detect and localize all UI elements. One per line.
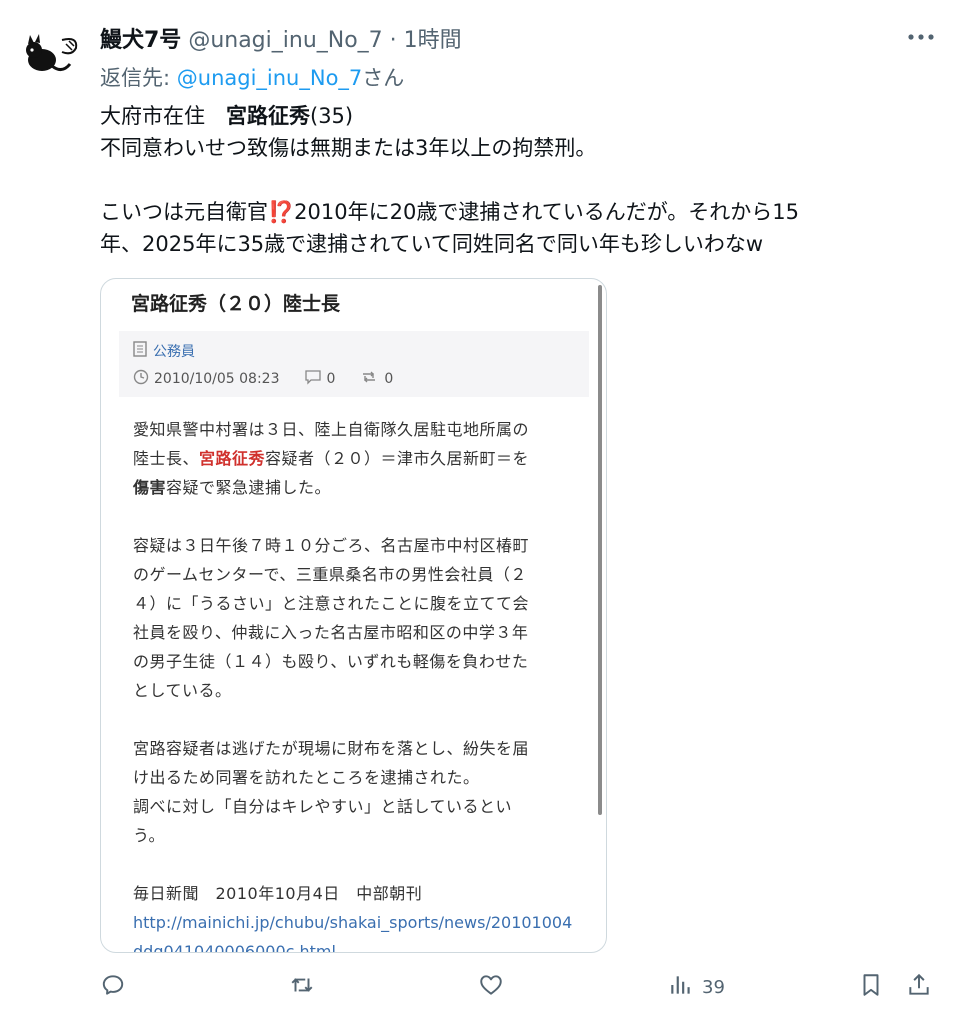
line1-prefix: 大府市在住	[100, 104, 226, 128]
card-title: 宮路征秀（２０）陸士長	[131, 293, 341, 315]
retweet-button[interactable]	[289, 972, 315, 1003]
article-line: としている。	[133, 681, 232, 700]
author-handle[interactable]: @unagi_inu_No_7	[188, 28, 382, 53]
clock-icon	[133, 369, 149, 389]
reply-mention-link[interactable]: @unagi_inu_No_7	[177, 66, 363, 90]
article-line: ４）に「うるさい」と注意されたことに腹を立てて会	[133, 594, 530, 613]
interrobang-emoji: ⁉️	[268, 200, 295, 224]
bookmark-icon	[858, 972, 884, 1003]
article-body: 愛知県警中村署は３日、陸上自衛隊久居駐屯地所属の 陸士長、宮路征秀容疑者（２０）…	[133, 415, 573, 952]
article-line: 容疑は３日午後７時１０分ごろ、名古屋市中村区椿町	[133, 536, 530, 555]
article-line: 陸士長、宮路征秀容疑者（２０）＝津市久居新町＝を	[133, 444, 573, 473]
article-line: のゲームセンターで、三重県桑名市の男性会社員（２	[133, 565, 527, 584]
category-link: 公務員	[133, 341, 195, 361]
scrollbar[interactable]	[598, 285, 602, 815]
views-count: 39	[702, 977, 725, 998]
category-label: 公務員	[153, 344, 195, 360]
like-icon	[478, 972, 504, 1003]
action-bar: 39	[0, 972, 961, 1012]
attached-image-card[interactable]: 宮路征秀（２０）陸士長 公務員 2010/10/05 08:23 0 0 愛知県…	[100, 278, 607, 953]
reply-to-line: 返信先: @unagi_inu_No_7さん	[100, 62, 404, 92]
document-icon	[133, 341, 147, 361]
tweet-line-4: 年、2025年に35歳で逮捕されていて同姓同名で同い年も珍しいわなw	[100, 232, 764, 256]
tweet-header: 鰻犬7号 @unagi_inu_No_7 · 1時間	[100, 22, 462, 54]
author-name[interactable]: 鰻犬7号	[100, 28, 181, 53]
article-text: 陸士長、	[133, 449, 200, 468]
source-link[interactable]: ddq041040006000c.html	[133, 937, 573, 952]
article-line: の男子生徒（１４）も殴り、いずれも軽傷を負わせた	[133, 652, 529, 671]
timestamp[interactable]: 1時間	[404, 28, 462, 53]
article-line: 傷害容疑で緊急逮捕した。	[133, 473, 573, 502]
article-line: 調べに対し「自分はキレやすい」と話しているとい	[133, 797, 513, 816]
like-button[interactable]	[478, 972, 504, 1003]
comment-icon	[304, 369, 322, 389]
article-line: 社員を殴り、仲裁に入った名古屋市昭和区の中学３年	[133, 623, 529, 642]
article-line: 宮路容疑者は逃げたが現場に財布を落とし、紛失を届	[133, 739, 530, 758]
tweet-line-2: 不同意わいせつ致傷は無期または3年以上の拘禁刑。	[100, 136, 597, 160]
comment-count: 0	[326, 371, 336, 387]
meta-row: 2010/10/05 08:23 0 0	[133, 369, 393, 389]
bookmark-button[interactable]	[858, 972, 884, 1003]
line3-b: 2010年に20歳で逮捕されているんだが。それから15	[294, 200, 799, 224]
reply-prefix: 返信先:	[100, 66, 171, 90]
post-date: 2010/10/05 08:23	[154, 371, 280, 387]
share-icon	[906, 972, 932, 1003]
reply-suffix: さん	[362, 66, 405, 90]
highlighted-name: 宮路征秀	[199, 449, 266, 468]
reply-button[interactable]	[100, 972, 126, 1003]
views-button[interactable]: 39	[668, 972, 725, 1003]
source-link[interactable]: http://mainichi.jp/chubu/shakai_sports/n…	[133, 908, 573, 937]
article-line: う。	[133, 826, 166, 845]
views-icon	[668, 972, 694, 1003]
article-line: 愛知県警中村署は３日、陸上自衛隊久居駐屯地所属の	[133, 420, 530, 439]
tweet-text: 大府市在住 宮路征秀(35) 不同意わいせつ致傷は無期または3年以上の拘禁刑。 …	[100, 100, 940, 260]
tweet-line-3: こいつは元自衛官⁉️2010年に20歳で逮捕されているんだが。それから15	[100, 196, 940, 228]
reply-icon	[100, 972, 126, 1003]
retweet-icon	[289, 972, 315, 1003]
line1-name: 宮路征秀	[226, 104, 310, 128]
line1-age: (35)	[310, 104, 354, 128]
bold-keyword: 傷害	[133, 478, 167, 497]
article-text: 容疑者（２０）＝津市久居新町＝を	[265, 449, 530, 468]
line3-a: こいつは元自衛官	[100, 200, 268, 224]
article-line: け出るため同署を訪れたところを逮捕された。	[133, 768, 480, 787]
trackback-count: 0	[384, 371, 394, 387]
share-button[interactable]	[906, 972, 932, 1003]
card-meta: 公務員 2010/10/05 08:23 0 0	[119, 331, 589, 397]
article-text: 容疑で緊急逮捕した。	[166, 478, 332, 497]
trackback-icon	[359, 369, 379, 389]
article-source: 毎日新聞 2010年10月4日 中部朝刊	[133, 884, 423, 903]
tweet-line-1: 大府市在住 宮路征秀(35)	[100, 100, 940, 132]
separator: ·	[389, 28, 397, 53]
avatar[interactable]	[22, 30, 84, 78]
more-options-icon[interactable]	[904, 28, 938, 46]
